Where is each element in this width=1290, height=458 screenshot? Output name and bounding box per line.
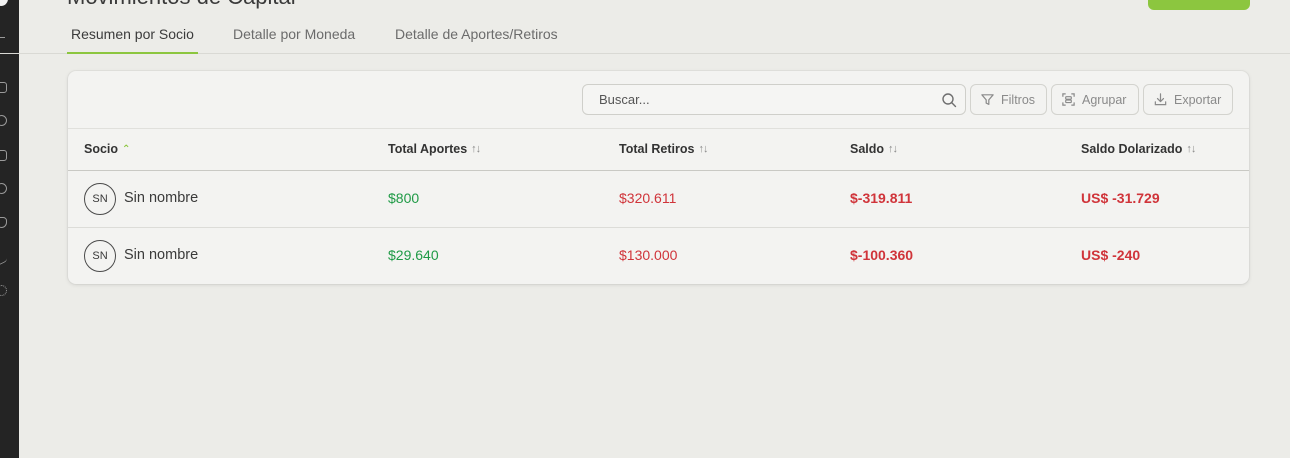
chevron-up-icon: ⌃ (122, 143, 131, 155)
group-label: Agrupar (1082, 92, 1127, 107)
avatar: SN (84, 183, 116, 215)
new-movement-button[interactable] (1148, 0, 1250, 10)
total-aportes-value: $29.640 (388, 247, 439, 263)
tab-bar: Resumen por Socio Detalle por Moneda Det… (0, 20, 1290, 54)
table-row[interactable]: SN Sin nombre $800 $320.611 $-319.811 US… (68, 171, 1249, 228)
socio-name: Sin nombre (124, 190, 199, 206)
column-header-total-aportes[interactable]: Total Aportes ↑↓ (388, 142, 481, 156)
total-retiros-value: $320.611 (619, 190, 677, 206)
sort-icon: ↑↓ (698, 143, 708, 155)
summary-card: Filtros Agrupar Exportar Socio ⌃ Total A… (68, 71, 1249, 284)
nav-icon-database[interactable] (0, 217, 7, 228)
export-button[interactable]: Exportar (1143, 84, 1233, 115)
filter-label: Filtros (1001, 92, 1036, 107)
socio-name: Sin nombre (124, 247, 199, 263)
tab-detalle-por-moneda[interactable]: Detalle por Moneda (233, 24, 355, 54)
nav-icon-dashboard[interactable] (0, 82, 7, 93)
download-icon (1154, 93, 1167, 106)
saldo-dolarizado-value: US$ -240 (1081, 247, 1141, 263)
column-header-socio[interactable]: Socio ⌃ (84, 142, 130, 156)
table-toolbar: Filtros Agrupar Exportar (68, 71, 1249, 129)
column-header-saldo-dolarizado[interactable]: Saldo Dolarizado ↑↓ (1081, 142, 1196, 156)
nav-icon-documents[interactable] (0, 150, 7, 161)
total-retiros-value: $130.000 (619, 247, 678, 263)
group-icon (1062, 93, 1075, 106)
nav-icon-partners[interactable] (0, 183, 7, 194)
table-header: Socio ⌃ Total Aportes ↑↓ Total Retiros ↑… (68, 129, 1249, 171)
search-icon[interactable] (941, 92, 957, 108)
search-input[interactable] (583, 85, 965, 114)
page-title: Movimientos de Capital (67, 0, 296, 10)
saldo-value: $-100.360 (850, 247, 914, 263)
export-label: Exportar (1174, 92, 1222, 107)
filter-icon (981, 94, 994, 105)
total-aportes-value: $800 (388, 190, 420, 206)
filter-button[interactable]: Filtros (970, 84, 1047, 115)
tab-detalle-aportes-retiros[interactable]: Detalle de Aportes/Retiros (395, 24, 558, 54)
sort-icon: ↑↓ (1186, 143, 1196, 155)
nav-icon-transfers[interactable] (0, 115, 7, 126)
saldo-value: $-319.811 (850, 190, 913, 206)
column-label: Saldo (850, 142, 885, 156)
column-header-saldo[interactable]: Saldo ↑↓ (850, 142, 898, 156)
sort-icon: ↑↓ (471, 143, 481, 155)
avatar: SN (84, 240, 116, 272)
sidebar (0, 0, 19, 458)
table-row[interactable]: SN Sin nombre $29.640 $130.000 $-100.360… (68, 228, 1249, 284)
search-box (582, 84, 966, 115)
column-label: Total Retiros (619, 142, 695, 156)
saldo-dolarizado-value: US$ -31.729 (1081, 190, 1160, 206)
column-header-total-retiros[interactable]: Total Retiros ↑↓ (619, 142, 708, 156)
nav-icon-settings[interactable] (0, 285, 7, 296)
sort-icon: ↑↓ (888, 143, 898, 155)
tab-resumen-por-socio[interactable]: Resumen por Socio (67, 24, 198, 54)
column-label: Socio (84, 142, 119, 156)
group-button[interactable]: Agrupar (1051, 84, 1139, 115)
column-label: Total Aportes (388, 142, 468, 156)
column-label: Saldo Dolarizado (1081, 142, 1183, 156)
logo[interactable] (0, 0, 8, 6)
nav-icon-chart[interactable] (0, 250, 7, 267)
